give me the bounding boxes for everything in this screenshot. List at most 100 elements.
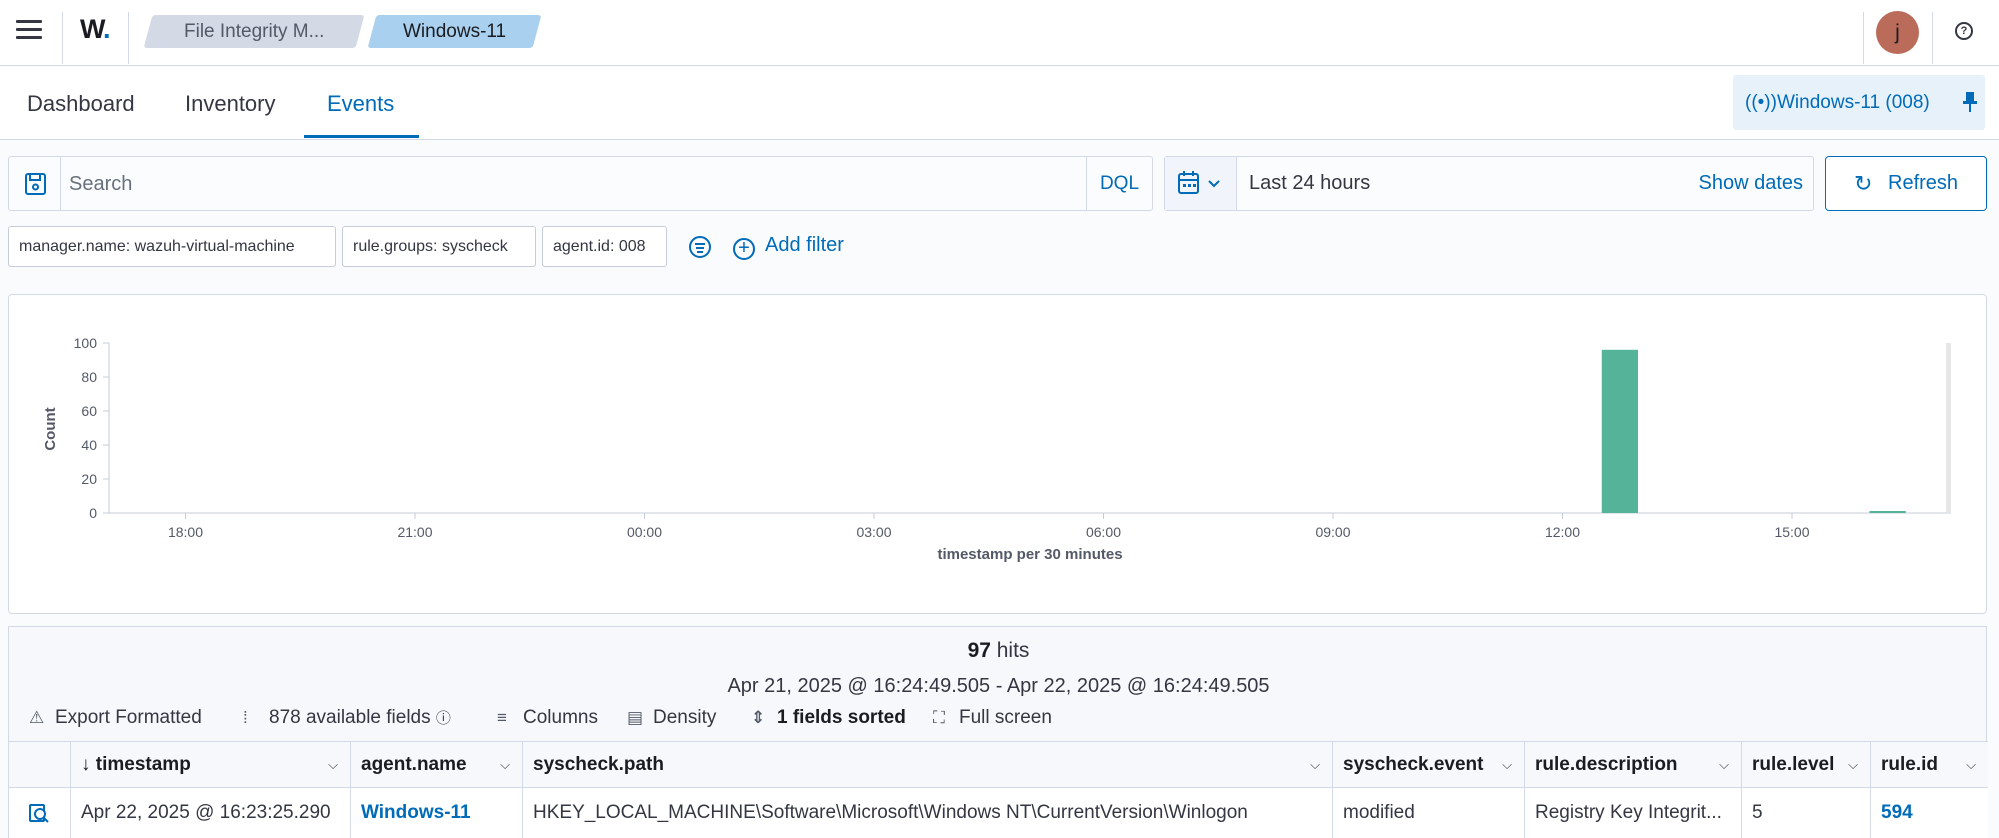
- filter-pill-agent-id[interactable]: agent.id: 008: [542, 226, 667, 267]
- chevron-down-icon[interactable]: ⌵: [1966, 742, 1976, 788]
- tab-events[interactable]: Events: [327, 91, 394, 117]
- y-tick-label: 20: [81, 471, 97, 487]
- y-tick-label: 60: [81, 403, 97, 419]
- available-fields-button[interactable]: ⁞ 878 available fields ⓘ: [243, 707, 451, 729]
- fields-sorted-button[interactable]: ⇕ 1 fields sorted: [751, 707, 906, 729]
- inspect-document-button[interactable]: [9, 788, 70, 838]
- module-tabs: Dashboard Inventory Events ((•)) Windows…: [0, 67, 1999, 140]
- column-header-rule-id[interactable]: rule.id ⌵: [1870, 742, 1988, 788]
- filter-pill-rule-groups[interactable]: rule.groups: syscheck: [342, 226, 536, 267]
- export-formatted-button[interactable]: ⚠ Export Formatted: [29, 707, 202, 729]
- cell-rule-level: 5: [1741, 788, 1870, 838]
- density-button[interactable]: ▤ Density: [627, 707, 716, 729]
- column-header-syscheck-event[interactable]: syscheck.event ⌵: [1332, 742, 1524, 788]
- breadcrumb-file-integrity[interactable]: File Integrity M...: [143, 15, 365, 48]
- fullscreen-icon: ⛶: [933, 708, 945, 727]
- column-header-rule-description[interactable]: rule.description ⌵: [1524, 742, 1741, 788]
- y-tick-label: 80: [81, 369, 97, 385]
- chevron-down-icon[interactable]: ⌵: [1719, 742, 1729, 788]
- show-dates-link[interactable]: Show dates: [1698, 172, 1803, 195]
- x-tick-label: 21:00: [397, 524, 432, 540]
- pin-icon[interactable]: [1963, 91, 1977, 113]
- cell-syscheck-path: HKEY_LOCAL_MACHINE\Software\Microsoft\Wi…: [522, 788, 1332, 838]
- refresh-icon: ↻: [1854, 171, 1873, 196]
- inspect-icon: [29, 804, 49, 823]
- agent-selector-button[interactable]: ((•)) Windows-11 (008): [1733, 75, 1985, 130]
- quick-date-menu-button[interactable]: [1165, 157, 1237, 210]
- chevron-down-icon[interactable]: ⌵: [500, 742, 510, 788]
- cell-rule-id-link[interactable]: 594: [1870, 788, 1988, 838]
- column-header-syscheck-path[interactable]: syscheck.path ⌵: [522, 742, 1332, 788]
- cell-rule-description: Registry Key Integrit...: [1524, 788, 1741, 838]
- help-icon[interactable]: ?: [1955, 22, 1973, 40]
- cell-agent-name-link[interactable]: Windows-11: [350, 788, 522, 838]
- user-avatar[interactable]: j: [1876, 11, 1919, 54]
- fields-icon: ⁞: [243, 708, 248, 727]
- save-icon: [25, 173, 46, 195]
- header-control-cell: [9, 742, 70, 788]
- tab-inventory[interactable]: Inventory: [185, 91, 276, 117]
- search-input[interactable]: [69, 169, 1069, 199]
- full-screen-button[interactable]: ⛶ Full screen: [933, 707, 1052, 729]
- info-icon: ⓘ: [435, 710, 451, 727]
- column-header-rule-level[interactable]: rule.level ⌵: [1741, 742, 1870, 788]
- chevron-down-icon[interactable]: ⌵: [1848, 742, 1858, 788]
- cell-timestamp: Apr 22, 2025 @ 16:23:25.290: [70, 788, 350, 838]
- y-tick-label: 0: [89, 505, 97, 521]
- hits-count: 97 hits: [967, 639, 1030, 662]
- x-tick-label: 15:00: [1774, 524, 1809, 540]
- columns-button[interactable]: ≡ Columns: [497, 707, 598, 729]
- broadcast-icon: ((•)): [1745, 92, 1777, 113]
- tab-dashboard[interactable]: Dashboard: [27, 91, 135, 117]
- histogram-bar: [1601, 349, 1638, 513]
- table-density-icon: ▤: [627, 708, 644, 727]
- y-tick-label: 100: [74, 335, 98, 351]
- x-axis-label: timestamp per 30 minutes: [937, 546, 1122, 563]
- search-bar: DQL: [8, 156, 1153, 211]
- menu-icon[interactable]: [16, 20, 42, 40]
- breadcrumb-windows-11: Windows-11: [367, 15, 542, 48]
- filter-menu-icon[interactable]: [689, 236, 711, 258]
- header-divider: [1863, 12, 1864, 64]
- wazuh-logo[interactable]: W.: [80, 14, 110, 45]
- chevron-down-icon[interactable]: ⌵: [1310, 742, 1320, 788]
- date-range-label[interactable]: Last 24 hours: [1249, 172, 1370, 195]
- results-panel: 97 hits Apr 21, 2025 @ 16:24:49.505 - Ap…: [8, 626, 1988, 838]
- current-time-marker: [1946, 343, 1951, 513]
- column-header-timestamp[interactable]: ↓ timestamp ⌵: [70, 742, 350, 788]
- header-divider: [62, 12, 63, 64]
- saved-queries-button[interactable]: [9, 157, 61, 210]
- plus-circle-icon: +: [733, 238, 755, 260]
- time-range-text: Apr 21, 2025 @ 16:24:49.505 - Apr 22, 20…: [727, 675, 1270, 697]
- list-icon: ≡: [497, 708, 507, 727]
- chevron-down-icon[interactable]: ⌵: [328, 742, 338, 788]
- events-histogram: 0 20 40 60 80 100 18:00 21:00 00:00 03:00 06:00 09…: [8, 294, 1987, 614]
- x-tick-label: 12:00: [1545, 524, 1580, 540]
- warning-icon: ⚠: [29, 708, 45, 727]
- cell-syscheck-event: modified: [1332, 788, 1524, 838]
- sort-icon: ⇕: [751, 708, 766, 727]
- active-tab-indicator: [304, 135, 419, 138]
- filter-pill-manager-name[interactable]: manager.name: wazuh-virtual-machine: [8, 226, 336, 267]
- x-tick-label: 18:00: [168, 524, 203, 540]
- agent-pill-label: Windows-11 (008): [1777, 92, 1930, 113]
- calendar-icon: [1178, 171, 1220, 194]
- column-header-agent-name[interactable]: agent.name ⌵: [350, 742, 522, 788]
- histogram-bar: [1869, 511, 1906, 513]
- x-tick-label: 00:00: [627, 524, 662, 540]
- histogram-chart: 0 20 40 60 80 100 18:00 21:00 00:00 03:00 06:00 09…: [42, 335, 1951, 563]
- refresh-button[interactable]: ↻ Refresh: [1825, 156, 1987, 211]
- add-filter-button[interactable]: + Add filter: [733, 234, 844, 260]
- chevron-down-icon[interactable]: ⌵: [1502, 742, 1512, 788]
- date-picker: Last 24 hours Show dates: [1164, 156, 1814, 211]
- top-header: W. File Integrity M... Windows-11 j ?: [0, 0, 1999, 66]
- x-tick-label: 06:00: [1086, 524, 1121, 540]
- table-header: ↓ timestamp ⌵ agent.name ⌵ syscheck.path ⌵ …: [9, 741, 1988, 788]
- query-language-button[interactable]: DQL: [1086, 157, 1152, 210]
- y-axis-label: Count: [42, 407, 59, 450]
- table-row[interactable]: Apr 22, 2025 @ 16:23:25.290 Windows-11 H…: [9, 788, 1988, 838]
- header-divider: [1932, 12, 1933, 64]
- x-tick-label: 09:00: [1315, 524, 1350, 540]
- header-divider: [128, 12, 129, 64]
- y-tick-label: 40: [81, 437, 97, 453]
